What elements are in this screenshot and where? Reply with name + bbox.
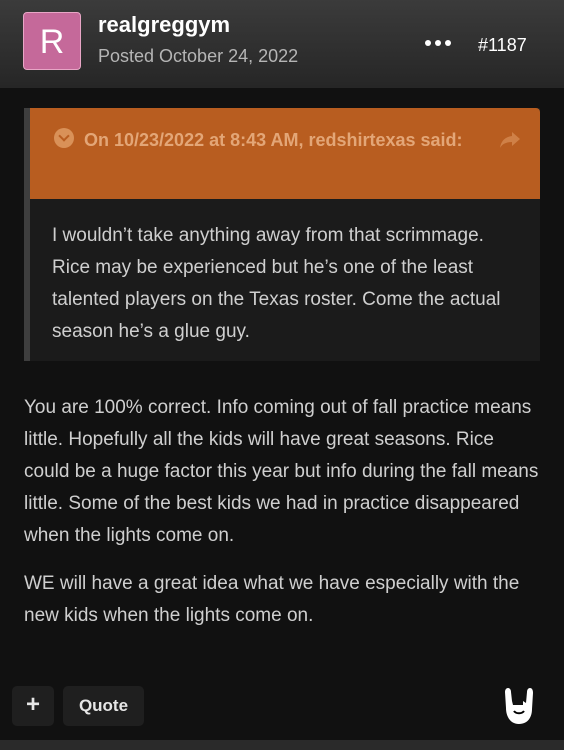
post-paragraph: You are 100% correct. Info coming out of… xyxy=(24,397,539,546)
post-number[interactable]: #1187 xyxy=(478,35,527,56)
quote-text: I wouldn’t take anything away from that … xyxy=(52,225,501,342)
share-icon[interactable] xyxy=(498,130,522,150)
quote-citation: On 10/23/2022 at 8:43 AM, redshirtexas s… xyxy=(84,130,463,150)
quote-block: On 10/23/2022 at 8:43 AM, redshirtexas s… xyxy=(24,108,540,361)
username[interactable]: realgreggym xyxy=(98,12,230,38)
bottom-bar xyxy=(0,740,564,750)
post-date: Posted October 24, 2022 xyxy=(98,46,299,66)
post-paragraph: WE will have a great idea what we have e… xyxy=(24,573,520,626)
quote-header: On 10/23/2022 at 8:43 AM, redshirtexas s… xyxy=(30,108,540,199)
quote-button[interactable]: Quote xyxy=(63,686,144,726)
post-body: On 10/23/2022 at 8:43 AM, redshirtexas s… xyxy=(0,88,564,750)
more-icon[interactable] xyxy=(425,38,451,48)
avatar[interactable]: R xyxy=(23,12,81,70)
post-header: R realgreggym Posted October 24, 2022 #1… xyxy=(0,0,564,88)
add-button[interactable]: + xyxy=(12,686,54,726)
horns-reaction-icon[interactable] xyxy=(502,684,536,728)
